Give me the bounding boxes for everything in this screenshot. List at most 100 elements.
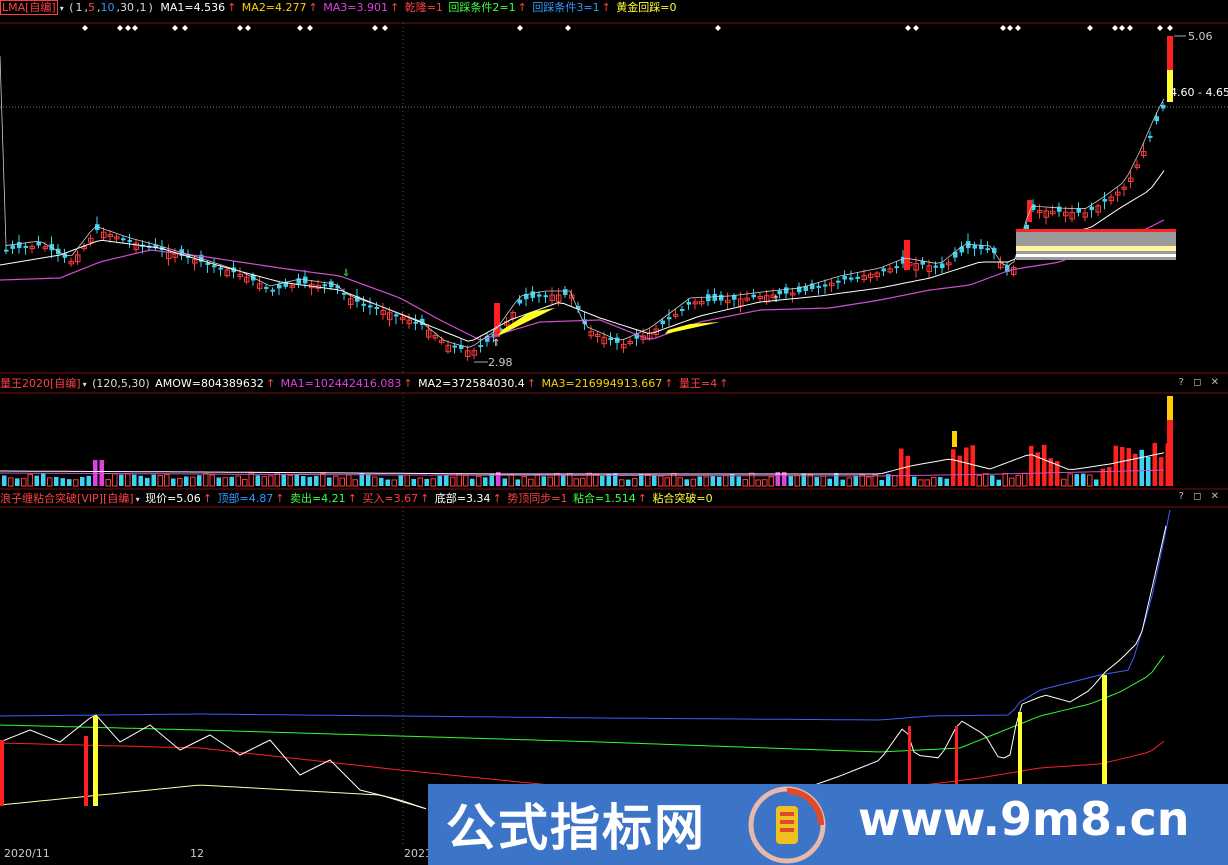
price-high-label: 5.06 xyxy=(1188,30,1213,43)
signal-diamond-icon xyxy=(172,25,178,31)
volume-bar xyxy=(749,472,755,487)
volume-bar xyxy=(1113,445,1118,486)
signal-diamond-icon xyxy=(82,25,88,31)
volume-bar xyxy=(476,475,482,487)
candle-down xyxy=(17,242,22,249)
candle-down xyxy=(368,305,373,308)
signal-diamond-icon xyxy=(1119,25,1125,31)
up-arrow-icon: ⇑ xyxy=(492,338,500,349)
volume-bar xyxy=(261,476,267,487)
candle-down xyxy=(10,245,15,249)
volume-bar xyxy=(1061,478,1067,487)
candle-down xyxy=(842,276,847,280)
candle-down xyxy=(660,320,665,325)
volume-bar xyxy=(521,476,527,487)
volume-bar xyxy=(794,475,800,487)
candle-down xyxy=(452,345,457,348)
signal-diamond-icon xyxy=(237,25,243,31)
volume-bar xyxy=(203,472,209,487)
volume-bar xyxy=(301,476,306,486)
pressure-band-top xyxy=(1016,229,1176,232)
volume-bar xyxy=(404,474,410,487)
osc-sell-line xyxy=(0,655,1165,753)
volume-bar xyxy=(268,475,274,487)
volume-bar xyxy=(924,479,930,487)
osc-signal-bar xyxy=(84,736,88,806)
volume-bar xyxy=(547,476,553,487)
price-chart[interactable]: ⇓ ⇑ ⇑ 2.98 5.06 4.60 - 4.65 xyxy=(0,0,1228,374)
volume-bar xyxy=(184,476,189,486)
candle-down xyxy=(816,285,821,288)
volume-bar xyxy=(723,474,729,487)
volume-bar xyxy=(1087,474,1093,487)
volume-bar xyxy=(593,474,599,487)
volume-bar xyxy=(807,474,813,487)
volume-bar xyxy=(976,475,982,487)
volume-bar xyxy=(151,474,156,486)
volume-bar xyxy=(820,475,826,487)
signal-diamond-icon xyxy=(1000,25,1006,31)
volume-bar xyxy=(990,475,995,486)
volume-bar xyxy=(398,475,403,486)
volume-bar xyxy=(1042,444,1047,486)
volume-bar xyxy=(430,478,436,487)
volume-ma-line xyxy=(0,469,1165,477)
volume-bar xyxy=(697,476,702,486)
candle-down xyxy=(543,295,548,298)
volume-bar xyxy=(327,477,332,486)
volume-bar xyxy=(274,472,280,487)
volume-pane[interactable]: 量王2020[自编] ▾ (120,5,30) AMOW=804389632 ↑ M… xyxy=(0,374,1228,490)
volume-bar xyxy=(866,476,872,487)
candle-down xyxy=(849,277,854,280)
volume-bar xyxy=(938,477,943,486)
volume-bar xyxy=(314,475,319,486)
candle-down xyxy=(1102,199,1107,202)
volume-bar xyxy=(1126,448,1131,486)
signal-diamond-icon xyxy=(372,25,378,31)
volume-chart[interactable] xyxy=(0,374,1228,490)
volume-bar xyxy=(385,479,390,486)
volume-bar xyxy=(970,445,975,486)
volume-bar-highlight xyxy=(952,431,957,447)
volume-bar xyxy=(489,474,494,486)
volume-bar xyxy=(307,476,312,486)
volume-bar xyxy=(502,478,507,486)
candle-down xyxy=(784,287,789,294)
volume-bar xyxy=(125,473,131,487)
candle-highlight xyxy=(1027,200,1032,222)
price-pane[interactable]: LMA[自编] ▾ (1,5,10,30,1) MA1=4.536 ↑ MA2=4.… xyxy=(0,0,1228,374)
volume-bar xyxy=(951,449,956,486)
signal-diamond-icon xyxy=(1015,25,1021,31)
volume-bar xyxy=(8,477,14,487)
candle-down xyxy=(836,280,841,283)
volume-bar xyxy=(645,474,651,487)
volume-bar xyxy=(294,474,299,486)
volume-bar xyxy=(626,479,631,486)
candle-down xyxy=(777,290,782,295)
candle-down xyxy=(712,293,717,301)
volume-bar xyxy=(119,474,124,486)
candle-down xyxy=(680,308,685,311)
osc-signal-bar xyxy=(0,740,4,806)
candle-down xyxy=(374,306,379,309)
volume-bar xyxy=(814,477,819,486)
candle-down xyxy=(563,289,568,295)
volume-bar xyxy=(67,479,72,486)
candle-down xyxy=(1148,135,1153,138)
signal-diamond-icon xyxy=(182,25,188,31)
candle-down xyxy=(881,268,886,272)
volume-bar xyxy=(684,479,689,486)
watermark-cn-text: 公式指标网 xyxy=(446,799,706,857)
volume-bar xyxy=(801,473,806,486)
volume-bar xyxy=(561,475,566,486)
signal-diamond-icon xyxy=(297,25,303,31)
volume-bar xyxy=(690,478,696,487)
volume-bar xyxy=(366,474,371,486)
volume-bar xyxy=(235,475,241,487)
candle-down xyxy=(127,239,132,242)
volume-bar xyxy=(788,475,793,486)
volume-bar xyxy=(333,475,339,487)
candle-down xyxy=(517,299,522,304)
osc-price-line xyxy=(0,714,427,810)
volume-bar xyxy=(736,476,741,486)
